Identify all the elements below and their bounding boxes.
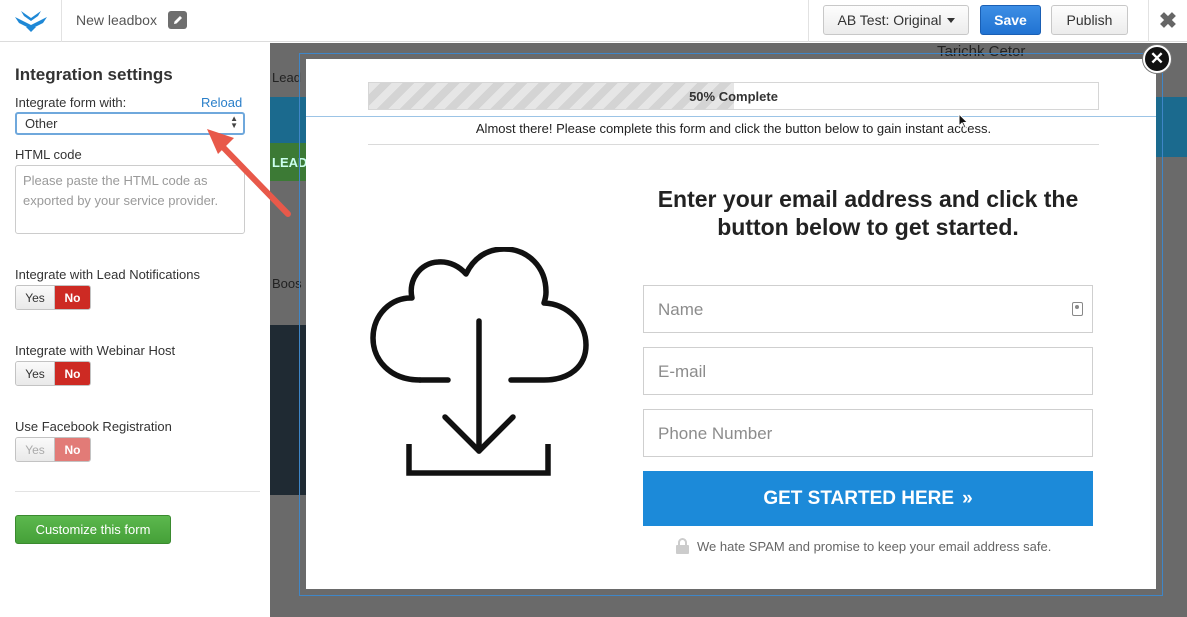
background-text: Boos [272,276,302,291]
divider [15,491,260,492]
cloud-download-icon [370,247,589,476]
close-editor-button[interactable]: ✖ [1148,0,1187,42]
progress-subnote: Almost there! Please complete this form … [475,121,992,136]
phone-field[interactable]: Phone Number [643,409,1093,457]
integrate-form-label: Integrate form with: [15,95,127,110]
save-button[interactable]: Save [980,5,1041,35]
facebook-registration-toggle[interactable]: Yes No [15,437,91,462]
privacy-note: We hate SPAM and promise to keep your em… [676,538,1051,554]
toggle-no-option[interactable]: No [55,362,90,385]
toggle-no-option[interactable]: No [55,286,90,309]
leadbox-title: New leadbox [76,12,157,28]
contact-card-icon [1072,302,1083,316]
email-field[interactable]: E-mail [643,347,1093,395]
html-code-placeholder: Please paste the HTML code as exported b… [23,173,219,208]
lock-icon [676,538,689,554]
close-icon: ✕ [1149,49,1165,68]
divider [306,116,1156,117]
publish-button[interactable]: Publish [1051,5,1128,35]
toggle-yes-option[interactable]: Yes [16,362,55,385]
panel-heading: Integration settings [15,65,173,84]
toggle-no-option[interactable]: No [55,438,90,461]
customize-form-button[interactable]: Customize this form [15,515,171,544]
webinar-host-toggle[interactable]: Yes No [15,361,91,386]
pencil-edit-icon[interactable] [168,11,187,29]
html-code-label: HTML code [15,147,82,162]
privacy-note-text: We hate SPAM and promise to keep your em… [697,538,1052,554]
background-text: Lead [272,70,301,85]
name-field[interactable]: Name [643,285,1093,333]
annotation-arrow-icon [207,129,291,217]
divider [808,0,809,42]
phone-placeholder: Phone Number [658,424,773,443]
modal-close-button[interactable]: ✕ [1143,45,1171,73]
mouse-pointer-icon [958,113,969,129]
name-placeholder: Name [658,300,704,319]
close-icon: ✖ [1158,8,1178,33]
modal-headline: Enter your email address and click the b… [657,186,1079,240]
reload-link[interactable]: Reload [201,95,242,110]
leadbox-modal: 50% Complete Almost there! Please comple… [306,59,1156,589]
progress-label: 50% Complete [689,89,778,104]
lead-notifications-toggle[interactable]: Yes No [15,285,91,310]
toggle-yes-option[interactable]: Yes [16,286,55,309]
caret-down-icon [946,17,955,23]
integration-select-value: Other [25,116,58,131]
lead-notifications-label: Integrate with Lead Notifications [15,267,200,282]
divider [368,144,1099,145]
cta-label: GET STARTED HERE [763,487,955,509]
ab-test-label: AB Test: Original [837,12,942,28]
webinar-host-label: Integrate with Webinar Host [15,343,176,358]
facebook-registration-label: Use Facebook Registration [15,419,172,434]
progress-bar: 50% Complete [368,82,1099,110]
leadpages-logo-icon [14,11,47,32]
toggle-yes-option[interactable]: Yes [16,438,55,461]
double-chevron-right-icon: » [962,487,973,509]
email-placeholder: E-mail [658,362,707,381]
get-started-button[interactable]: GET STARTED HERE » [643,471,1093,526]
top-toolbar: New leadbox AB Test: Original Save Publi… [0,0,1187,42]
ab-test-dropdown[interactable]: AB Test: Original [823,5,969,35]
logo[interactable] [0,0,62,42]
